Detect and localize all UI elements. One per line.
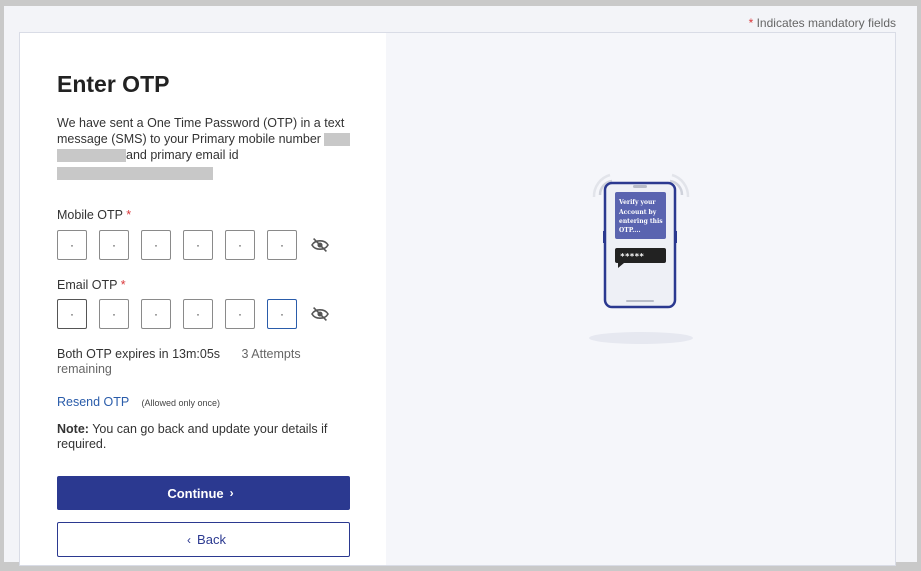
back-button[interactable]: ‹ Back bbox=[57, 522, 350, 557]
email-otp-digit-1[interactable]: · bbox=[57, 299, 87, 329]
mobile-otp-inputs: · · · · · · bbox=[57, 230, 330, 260]
eye-off-icon[interactable] bbox=[310, 237, 330, 253]
email-otp-digit-6[interactable]: · bbox=[267, 299, 297, 329]
remaining-text: remaining bbox=[57, 362, 112, 376]
page-title: Enter OTP bbox=[57, 71, 170, 97]
otp-expiry-info: Both OTP expires in 13m:05s 3 Attempts r… bbox=[57, 347, 327, 377]
continue-button[interactable]: Continue › bbox=[57, 476, 350, 510]
otp-form-panel: Enter OTP We have sent a One Time Passwo… bbox=[20, 33, 386, 565]
masked-mobile-number-cont bbox=[57, 149, 126, 163]
required-star: * bbox=[120, 278, 126, 292]
svg-text:Verify your: Verify your bbox=[618, 199, 656, 206]
mandatory-fields-note: * Indicates mandatory fields bbox=[749, 16, 896, 30]
page: * Indicates mandatory fields Enter OTP W… bbox=[4, 6, 917, 566]
email-otp-digit-2[interactable]: · bbox=[99, 299, 129, 329]
email-otp-digit-3[interactable]: · bbox=[141, 299, 171, 329]
resend-section: Resend OTP (Allowed only once) bbox=[57, 395, 220, 409]
chevron-left-icon: ‹ bbox=[187, 532, 192, 547]
back-label: Back bbox=[197, 532, 226, 547]
mobile-otp-digit-6[interactable]: · bbox=[267, 230, 297, 260]
mobile-otp-digit-5[interactable]: · bbox=[225, 230, 255, 260]
required-star: * bbox=[126, 208, 132, 222]
mobile-otp-digit-3[interactable]: · bbox=[141, 230, 171, 260]
svg-text:Account by: Account by bbox=[618, 209, 657, 216]
note-text: You can go back and update your details … bbox=[57, 422, 328, 451]
email-otp-label: Email OTP * bbox=[57, 278, 126, 292]
note-label: Note: bbox=[57, 422, 89, 436]
resend-hint: (Allowed only once) bbox=[141, 398, 221, 408]
description-text-2: and primary email id bbox=[126, 148, 239, 162]
continue-label: Continue bbox=[167, 485, 224, 501]
svg-text:entering this: entering this bbox=[619, 218, 663, 225]
masked-mobile-number bbox=[324, 133, 351, 147]
mobile-otp-digit-1[interactable]: · bbox=[57, 230, 87, 260]
email-otp-digit-5[interactable]: · bbox=[225, 299, 255, 329]
resend-otp-link[interactable]: Resend OTP bbox=[57, 395, 129, 409]
eye-off-icon[interactable] bbox=[310, 306, 330, 322]
phone-otp-illustration: Verify your Account by entering this OTP… bbox=[589, 173, 693, 344]
illustration-panel: Verify your Account by entering this OTP… bbox=[386, 33, 895, 565]
otp-description: We have sent a One Time Password (OTP) i… bbox=[57, 115, 357, 180]
description-text-1: We have sent a One Time Password (OTP) i… bbox=[57, 116, 345, 146]
email-otp-label-text: Email OTP bbox=[57, 278, 118, 292]
mobile-otp-label-text: Mobile OTP bbox=[57, 208, 123, 222]
otp-card: Enter OTP We have sent a One Time Passwo… bbox=[19, 32, 896, 566]
svg-text:OTP....: OTP.... bbox=[619, 227, 641, 234]
masked-email bbox=[57, 166, 213, 180]
mobile-otp-label: Mobile OTP * bbox=[57, 208, 131, 222]
note: Note: You can go back and update your de… bbox=[57, 422, 347, 452]
attempts-text: 3 Attempts bbox=[241, 347, 301, 361]
mobile-otp-digit-2[interactable]: · bbox=[99, 230, 129, 260]
mandatory-fields-text: Indicates mandatory fields bbox=[756, 16, 896, 30]
mobile-otp-digit-4[interactable]: · bbox=[183, 230, 213, 260]
email-otp-inputs: · · · · · · bbox=[57, 299, 330, 329]
chevron-right-icon: › bbox=[229, 486, 234, 500]
expiry-text: Both OTP expires in 13m:05s bbox=[57, 347, 221, 361]
otp-mask-text: ***** bbox=[620, 252, 644, 261]
email-otp-digit-4[interactable]: · bbox=[183, 299, 213, 329]
required-star: * bbox=[748, 16, 754, 30]
